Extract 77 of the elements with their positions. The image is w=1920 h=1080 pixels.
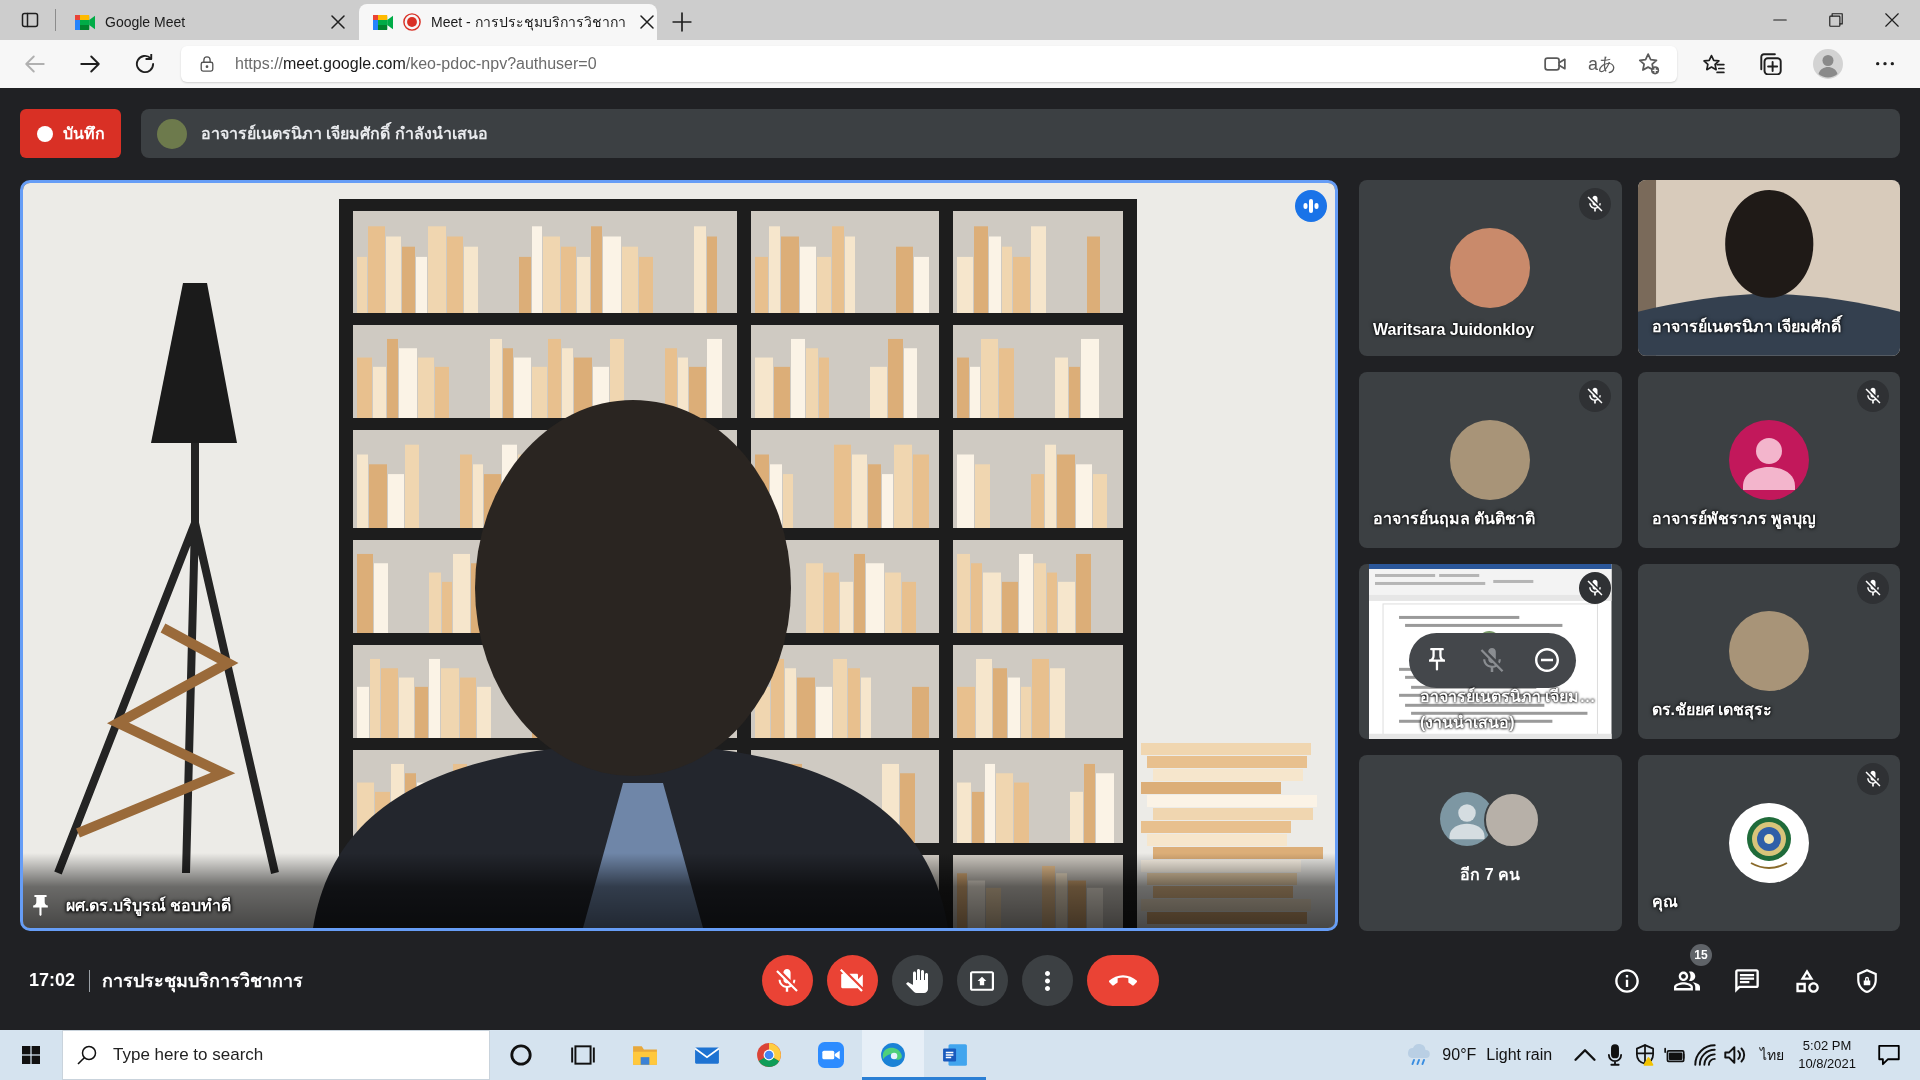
meeting-title: การประชุมบริการวิชาการ	[102, 970, 304, 995]
input-language[interactable]: ไทย	[1760, 1044, 1785, 1066]
present-screen-button[interactable]	[956, 955, 1008, 1006]
leave-call-button[interactable]	[1086, 955, 1159, 1006]
clock-date[interactable]: 10/8/2021	[1798, 1055, 1856, 1073]
task-view-icon	[570, 1042, 596, 1068]
info-icon	[1614, 968, 1640, 993]
meeting-time: 17:02	[29, 970, 76, 991]
ring-icon	[508, 1042, 534, 1068]
restore-icon	[1829, 13, 1843, 27]
close-icon	[639, 15, 654, 29]
notification-icon	[1878, 1044, 1900, 1066]
camera-logo-icon	[75, 14, 95, 30]
forward-arrow-icon	[80, 54, 100, 74]
read-aloud-button[interactable]: aあ	[1584, 49, 1620, 79]
speaker-icon	[1724, 1044, 1747, 1066]
back-arrow-icon	[25, 54, 45, 74]
search-field[interactable]: Type here to search	[62, 1030, 490, 1080]
participant-name: ดร.ชัยยศ เดชสุระ	[1651, 700, 1773, 722]
browser-tab[interactable]: Google Meet	[61, 4, 359, 40]
close-icon	[331, 15, 345, 29]
more-icon	[1044, 970, 1050, 991]
mic-off-icon	[1480, 648, 1504, 672]
browser-icon	[756, 1042, 782, 1068]
reload-icon	[135, 54, 155, 74]
plus-icon	[672, 12, 692, 32]
remove-icon	[1535, 648, 1559, 672]
collections-icon	[1760, 53, 1782, 75]
close-icon	[1885, 13, 1899, 27]
presentation-label: (งานนำเสนอ)	[1420, 712, 1515, 734]
participant-name: อาจารย์เนตรนิภา เจียม…	[1420, 685, 1596, 707]
shield-lock-icon	[1854, 968, 1880, 993]
camera-button[interactable]	[826, 955, 878, 1006]
participant-name: อีก 7 คน	[1460, 864, 1521, 885]
participant-count-badge: 15	[1690, 943, 1712, 966]
participant-name: คุณ	[1651, 892, 1678, 914]
phone-hang-up-icon	[1108, 974, 1137, 987]
browser-tab[interactable]: Meet - การประชุมบริการวิชากา	[359, 4, 657, 40]
emblem-avatar-icon	[1728, 803, 1809, 884]
record-button[interactable]: บันทึก	[20, 109, 121, 158]
cloud-rain-icon	[1406, 1044, 1433, 1066]
star-plus-icon	[1638, 53, 1660, 75]
url-text: https://meet.google.com/keo-pdoc-npv?authuser=0	[235, 55, 597, 73]
wave-browser-icon	[880, 1042, 906, 1068]
record-dot-icon	[36, 125, 53, 142]
document-app-icon	[942, 1042, 968, 1068]
avatar-photo	[157, 118, 187, 149]
wifi-icon	[1694, 1044, 1717, 1066]
search-icon	[77, 1045, 97, 1065]
lock-icon	[199, 56, 215, 72]
presenting-text: อาจารย์เนตรนิภา เจียมศักดิ์ กำลังนำเสนอ	[201, 121, 488, 146]
participant-name: Waritsara Juidonkloy	[1373, 320, 1535, 339]
raise-hand-button[interactable]	[891, 955, 943, 1006]
chat-icon	[1734, 968, 1760, 993]
tab-panel-icon	[20, 10, 40, 30]
hand-icon	[905, 968, 929, 993]
mic-off-icon	[775, 968, 799, 993]
participant-name: ผศ.ดร.บริบูรณ์ ชอบทำดี	[66, 895, 232, 918]
profile-avatar-icon	[1813, 49, 1843, 79]
participant-name: อาจารย์นฤมล ตันติชาติ	[1373, 508, 1536, 530]
windows-logo-icon	[22, 1046, 40, 1064]
clock-time[interactable]: 5:02 PM	[1802, 1037, 1852, 1055]
shield-warning-icon	[1634, 1044, 1657, 1066]
more-icon	[1876, 62, 1894, 66]
video-camera-icon	[818, 1042, 844, 1068]
weather-temperature: 90°F	[1442, 1046, 1477, 1064]
shapes-icon	[1794, 968, 1820, 993]
favorites-star-icon	[1703, 53, 1725, 75]
present-screen-icon	[970, 968, 994, 993]
address-bar[interactable]: https://meet.google.com/keo-pdoc-npv?authuser=0 aあ	[181, 46, 1677, 82]
microphone-button[interactable]	[761, 955, 813, 1006]
participant-name: อาจารย์เนตรนิภา เจียมศักดิ์	[1651, 314, 1841, 337]
camera-logo-icon	[373, 14, 393, 30]
camera-off-icon	[840, 968, 864, 993]
weather-condition: Light rain	[1486, 1046, 1553, 1064]
participant-name: อาจารย์พัชราภร พูลบุญ	[1651, 508, 1816, 531]
more-options-button[interactable]	[1021, 955, 1073, 1006]
